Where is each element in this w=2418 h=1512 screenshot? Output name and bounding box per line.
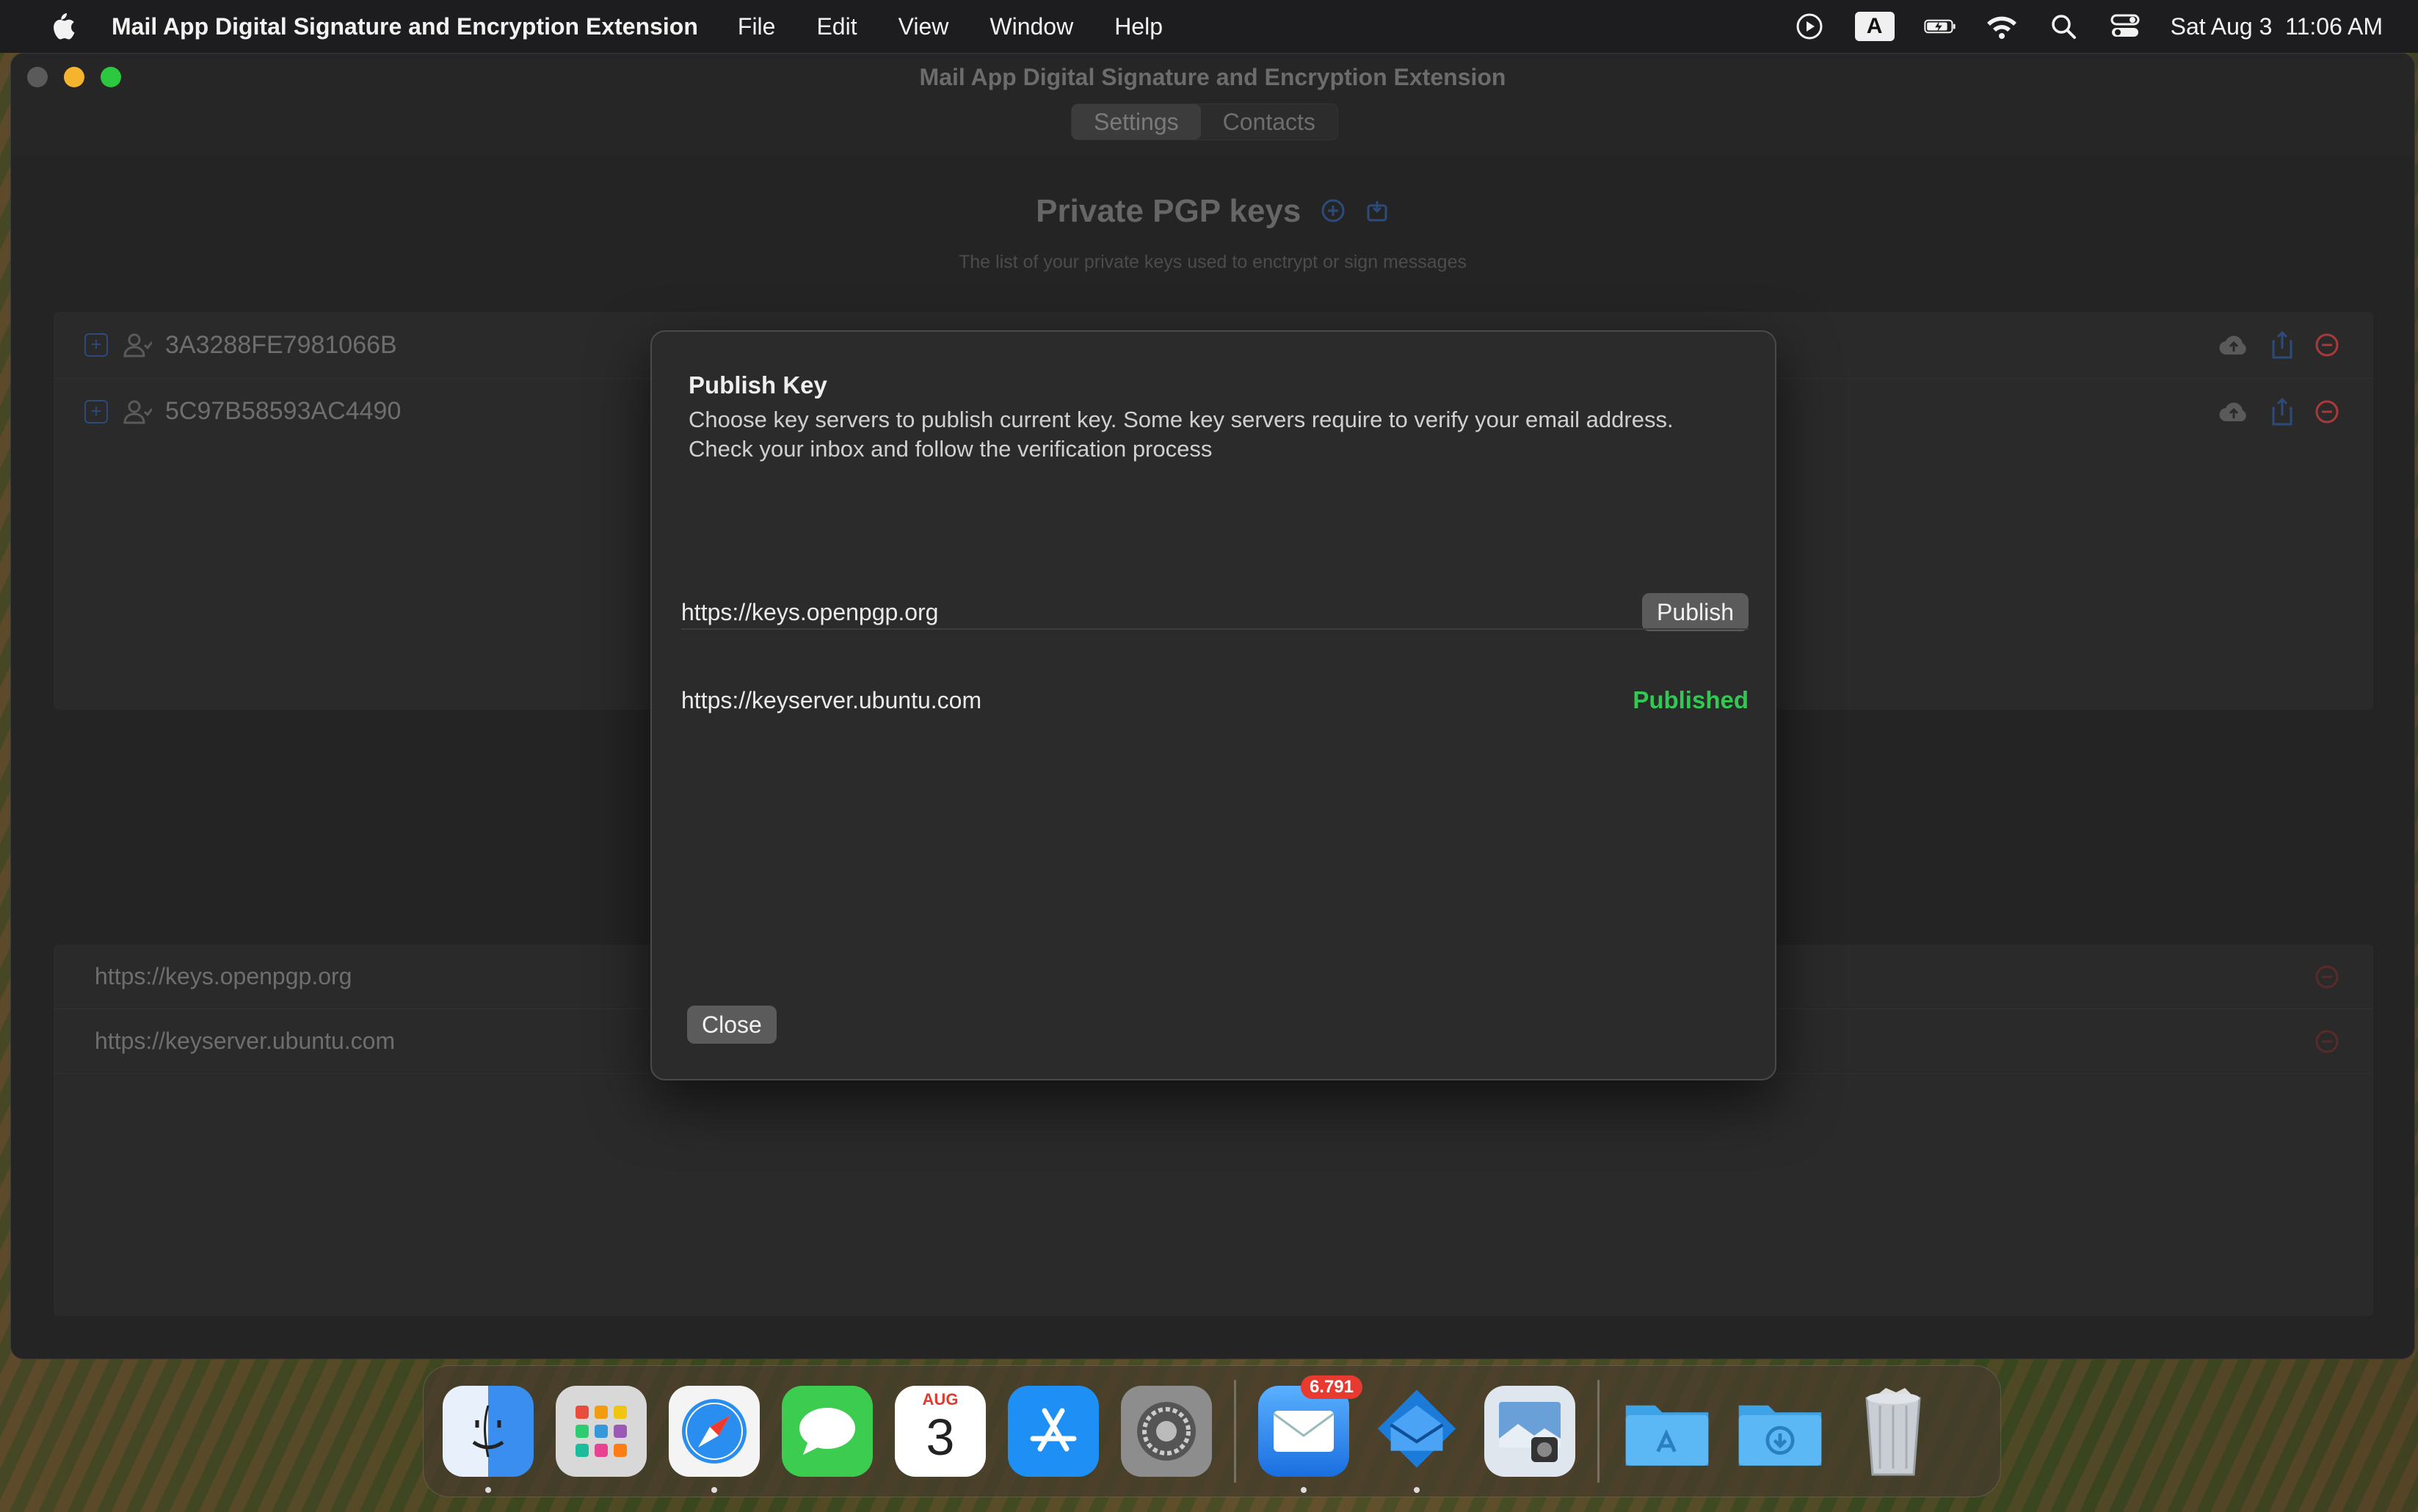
key-server-url: https://keyserver.ubuntu.com xyxy=(95,1028,396,1054)
finder-icon[interactable] xyxy=(443,1386,534,1493)
expand-row-icon[interactable]: + xyxy=(84,399,108,424)
remove-icon[interactable] xyxy=(2314,399,2339,424)
wifi-icon[interactable] xyxy=(1986,12,2018,41)
input-source-indicator[interactable]: A xyxy=(1854,12,1895,41)
safari-icon[interactable] xyxy=(669,1386,760,1493)
server-row: https://keys.openpgp.org Publish xyxy=(681,583,1749,641)
menu-bar: Mail App Digital Signature and Encryptio… xyxy=(0,0,2418,53)
title-bar: Mail App Digital Signature and Encryptio… xyxy=(11,54,2414,156)
key-server-url: https://keys.openpgp.org xyxy=(95,963,352,989)
downloads-folder-icon[interactable] xyxy=(1735,1386,1826,1477)
calendar-icon[interactable]: AUG 3 xyxy=(895,1386,986,1477)
calendar-month: AUG xyxy=(922,1390,959,1409)
publish-button[interactable]: Publish xyxy=(1642,593,1749,631)
battery-icon[interactable] xyxy=(1923,12,1956,41)
server-url: https://keyserver.ubuntu.com xyxy=(681,686,982,713)
key-id: 3A3288FE7981066B xyxy=(165,330,397,359)
menu-app-name[interactable]: Mail App Digital Signature and Encryptio… xyxy=(112,13,698,40)
tab-contacts[interactable]: Contacts xyxy=(1201,104,1337,139)
trash-icon[interactable] xyxy=(1848,1386,1939,1477)
remove-server-icon[interactable] xyxy=(2314,1029,2339,1054)
publish-key-dialog: Publish Key Choose key servers to publis… xyxy=(650,330,1776,1080)
expand-row-icon[interactable]: + xyxy=(84,333,108,357)
applications-folder-icon[interactable] xyxy=(1622,1386,1713,1477)
menu-file[interactable]: File xyxy=(738,13,776,40)
key-id: 5C97B58593AC4490 xyxy=(165,397,402,425)
section-title: Private PGP keys xyxy=(11,193,2414,231)
remove-icon[interactable] xyxy=(2314,332,2339,357)
person-icon xyxy=(123,400,152,424)
system-settings-icon[interactable] xyxy=(1121,1386,1212,1477)
control-center-icon[interactable] xyxy=(2109,12,2141,41)
dock-separator xyxy=(1597,1380,1600,1483)
mail-badge: 6.791 xyxy=(1300,1375,1362,1399)
published-status: Published xyxy=(1633,686,1749,713)
remove-server-icon[interactable] xyxy=(2314,964,2339,989)
dialog-description: Choose key servers to publish current ke… xyxy=(689,407,1674,462)
section-title-text: Private PGP keys xyxy=(1036,193,1301,229)
apple-icon[interactable] xyxy=(47,10,76,43)
now-playing-icon[interactable] xyxy=(1793,12,1826,41)
cloud-upload-icon[interactable] xyxy=(2218,332,2250,357)
menu-view[interactable]: View xyxy=(898,13,949,40)
preview-icon[interactable] xyxy=(1484,1386,1575,1477)
menu-edit[interactable]: Edit xyxy=(816,13,857,40)
mail-extension-icon[interactable] xyxy=(1371,1386,1462,1493)
divider xyxy=(681,628,1749,630)
launchpad-icon[interactable] xyxy=(556,1386,647,1477)
messages-icon[interactable] xyxy=(782,1386,873,1477)
add-key-icon[interactable] xyxy=(1321,195,1346,231)
menu-window[interactable]: Window xyxy=(990,13,1073,40)
close-button[interactable]: Close xyxy=(687,1006,777,1044)
dock: AUG 3 6.791 xyxy=(423,1365,2001,1497)
person-icon xyxy=(123,333,152,357)
app-store-icon[interactable] xyxy=(1008,1386,1099,1477)
cloud-upload-icon[interactable] xyxy=(2218,399,2250,424)
dialog-title: Publish Key xyxy=(689,371,827,399)
share-icon[interactable] xyxy=(2270,397,2294,426)
menu-help[interactable]: Help xyxy=(1114,13,1163,40)
server-url: https://keys.openpgp.org xyxy=(681,598,939,625)
menu-clock[interactable]: Sat Aug 3 11:06 AM xyxy=(2171,13,2383,40)
share-icon[interactable] xyxy=(2270,331,2294,359)
section-subtitle: The list of your private keys used to en… xyxy=(959,252,1467,272)
import-key-icon[interactable] xyxy=(1365,195,1390,231)
window-title: Mail App Digital Signature and Encryptio… xyxy=(919,64,1506,90)
spotlight-search-icon[interactable] xyxy=(2047,12,2080,41)
calendar-day: 3 xyxy=(926,1409,955,1466)
tab-segmented-control: Settings Contacts xyxy=(1071,103,1338,140)
dock-separator xyxy=(1234,1380,1236,1483)
server-row: https://keyserver.ubuntu.com Published xyxy=(681,671,1749,730)
tab-settings[interactable]: Settings xyxy=(1072,104,1201,139)
mail-icon[interactable]: 6.791 xyxy=(1258,1375,1362,1493)
